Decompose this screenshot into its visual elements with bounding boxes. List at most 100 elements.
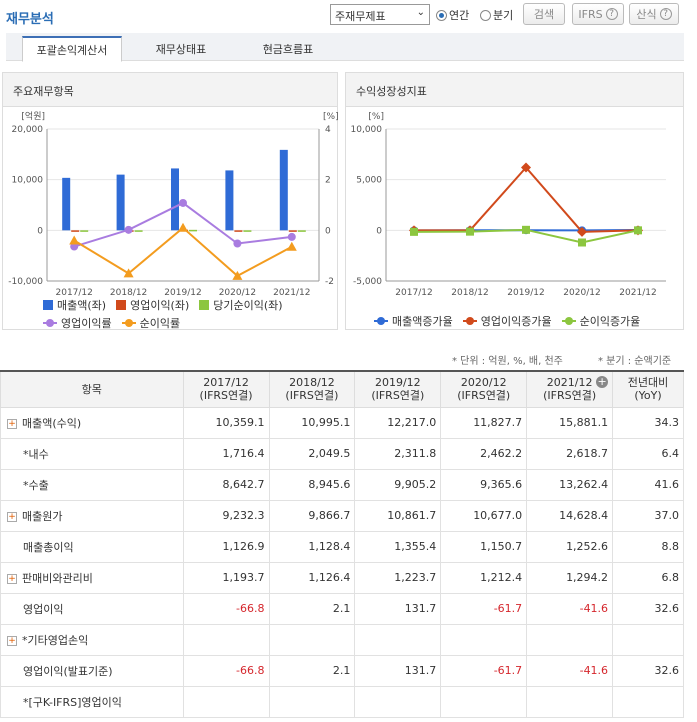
expand-icon[interactable]: +	[7, 573, 17, 584]
table-cell: -66.8	[182, 592, 270, 625]
legend-item[interactable]: 순이익률	[121, 315, 180, 331]
table-cell: 6.8	[612, 561, 684, 594]
legend-label: 영업이익증가율	[480, 315, 552, 328]
legend-label: 순이익증가율	[579, 315, 641, 328]
tab-cash-flow[interactable]: 현금흐름표	[243, 36, 333, 62]
table-row: + 매출원가 9,232.3 9,866.7 10,861.7 10,677.0 14,62…	[0, 499, 684, 532]
radio-annual-dot[interactable]	[436, 9, 447, 21]
data-point	[178, 222, 188, 232]
bar	[297, 230, 306, 232]
y-tick-label-right: 2	[325, 176, 331, 186]
x-tick-label: 2018/12	[451, 288, 488, 298]
column-header-year: 2020/12	[460, 376, 507, 390]
bar	[243, 230, 252, 232]
table-cell: 1,223.7	[354, 561, 442, 594]
legend-swatch	[199, 300, 210, 310]
legend-label: 영업이익률	[61, 317, 112, 330]
table-cell: -66.8	[182, 654, 270, 687]
ifrs-button[interactable]: IFRS ?	[572, 3, 624, 25]
bar	[71, 230, 80, 232]
table-cell: 2,311.8	[354, 437, 442, 470]
legend-label: 매출액증가율	[392, 315, 453, 328]
radio-annual[interactable]: 연간	[436, 7, 469, 23]
table-cell: 13,262.4	[526, 468, 614, 501]
table-cell: 2.1	[268, 592, 356, 625]
table-cell: 1,252.6	[526, 530, 614, 563]
table-cell: 1,193.7	[182, 561, 270, 594]
row-label-text: *기타영업손익	[22, 633, 89, 647]
growth-chart: [%] 10,000 5,000 0 -5,000 2017/12 2018/12 2019/…	[351, 112, 666, 298]
legend-item[interactable]: 순이익증가율	[561, 313, 641, 329]
growth-title: 수익성장성지표	[346, 73, 683, 107]
table-cell: 14,628.4	[526, 499, 614, 532]
table-cell: 1,126.4	[268, 561, 356, 594]
data-point	[634, 226, 642, 235]
table-cell: 1,150.7	[440, 530, 528, 563]
table-cell: 1,212.4	[440, 561, 528, 594]
table-cell: 10,359.1	[182, 406, 270, 439]
unit-note: * 단위 : 억원, %, 배, 천주	[452, 356, 563, 367]
column-header-basis: (YoY)	[634, 389, 662, 403]
legend-item[interactable]: 매출액(좌)	[43, 297, 106, 313]
bar	[62, 177, 71, 231]
legend-item[interactable]: 영업이익(좌)	[116, 297, 189, 313]
expand-columns-icon[interactable]: +	[596, 376, 609, 388]
row-label[interactable]: + 판매비와관리비	[0, 561, 184, 594]
search-button[interactable]: 검색	[523, 3, 565, 25]
table-cell: 41.6	[612, 468, 684, 501]
table-body: + 매출액(수익) 10,359.1 10,995.1 12,217.0 11,827.7…	[0, 406, 684, 718]
table-cell: 32.6	[612, 654, 684, 687]
series-line	[414, 165, 639, 233]
column-header-year: 2021/12	[546, 376, 593, 390]
legend-label: 매출액(좌)	[57, 299, 107, 312]
y-tick-label: -10,000	[8, 277, 43, 287]
table-cell	[526, 685, 614, 718]
y-tick-label: 5,000	[356, 176, 382, 186]
table-cell: 1,128.4	[268, 530, 356, 563]
radio-quarter[interactable]: 분기	[480, 7, 513, 23]
data-point	[287, 232, 296, 241]
bar	[288, 230, 297, 232]
data-point	[179, 198, 187, 207]
expand-icon[interactable]: +	[7, 635, 17, 646]
row-label[interactable]: + *기타영업손익	[0, 623, 184, 656]
tab-income-statement[interactable]: 포괄손익계산서	[22, 36, 122, 62]
legend-item[interactable]: 영업이익증가율	[462, 313, 552, 329]
legend-label: 당기순이익(좌)	[213, 299, 283, 312]
y-tick-label: 0	[376, 226, 382, 236]
legend-item[interactable]: 매출액증가율	[374, 313, 453, 329]
radio-quarter-dot[interactable]	[480, 9, 491, 21]
table-cell: 1,355.4	[354, 530, 442, 563]
legend-swatch	[561, 317, 576, 325]
table-cell: 2.1	[268, 654, 356, 687]
y-tick-label: 0	[37, 226, 43, 236]
row-label-text: 매출원가	[22, 509, 63, 523]
column-header: 2018/12 (IFRS연결)	[268, 370, 356, 408]
table-cell: 131.7	[354, 592, 442, 625]
table-row: 매출총이익 1,126.9 1,128.4 1,355.4 1,150.7 1,252.6…	[0, 530, 684, 563]
column-header: 2020/12 (IFRS연결)	[440, 370, 528, 408]
data-point	[466, 227, 474, 236]
tab-balance-sheet[interactable]: 재무상태표	[136, 36, 226, 62]
legend-item[interactable]: 당기순이익(좌)	[199, 297, 283, 313]
expand-icon[interactable]: +	[7, 418, 17, 429]
row-label: *[구K-IFRS]영업이익	[0, 685, 184, 718]
legend-item[interactable]: 영업이익률	[43, 315, 112, 331]
statement-type-select[interactable]: 주재무제표 ⌄	[330, 4, 430, 25]
data-point	[522, 225, 530, 234]
bar	[80, 230, 89, 232]
legend-swatch	[462, 317, 477, 325]
expand-icon[interactable]: +	[7, 511, 17, 522]
bar	[279, 149, 288, 231]
table-cell	[268, 623, 356, 656]
table-cell: 10,677.0	[440, 499, 528, 532]
table-cell: -61.7	[440, 654, 528, 687]
formula-button[interactable]: 산식 ?	[629, 3, 679, 25]
row-label-text: *수출	[23, 478, 49, 492]
row-label[interactable]: + 매출원가	[0, 499, 184, 532]
row-label[interactable]: + 매출액(수익)	[0, 406, 184, 439]
x-tick-label: 2020/12	[563, 288, 600, 298]
bar	[189, 229, 197, 232]
column-header-basis: (IFRS연결)	[285, 389, 339, 403]
table-cell: 9,232.3	[182, 499, 270, 532]
